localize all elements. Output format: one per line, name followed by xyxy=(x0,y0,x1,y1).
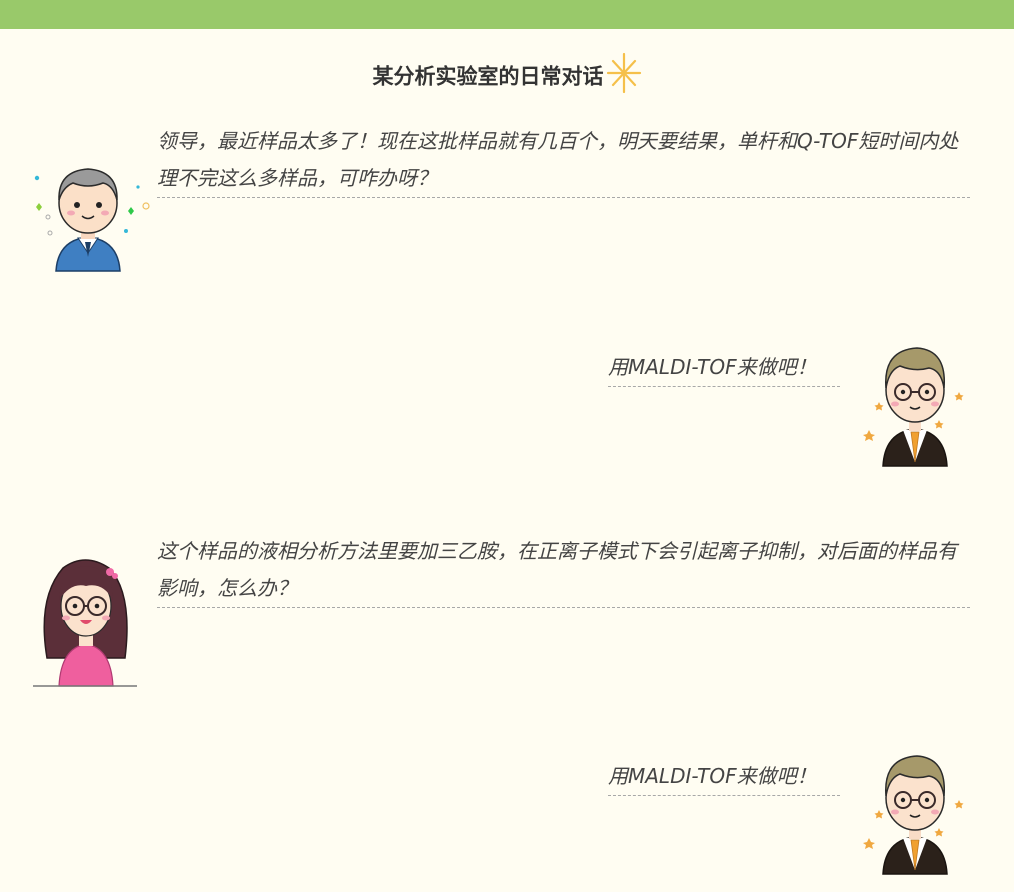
girl-avatar-icon xyxy=(33,548,139,688)
boss-avatar-icon xyxy=(28,145,153,273)
expert-avatar-icon xyxy=(855,748,970,876)
top-color-bar xyxy=(0,0,1014,29)
dialogue-bubble-4: 用MALDI-TOF来做吧！ xyxy=(608,758,840,796)
expert-avatar-icon xyxy=(855,340,970,468)
dialogue-bubble-1: 领导，最近样品太多了！现在这批样品就有几百个，明天要结果，单杆和Q-TOF短时间… xyxy=(157,123,970,198)
dialogue-bubble-3: 这个样品的液相分析方法里要加三乙胺，在正离子模式下会引起离子抑制，对后面的样品有… xyxy=(157,533,970,608)
page-title: 某分析实验室的日常对话 xyxy=(0,52,1014,99)
sparkle-icon xyxy=(606,52,642,99)
page-title-text: 某分析实验室的日常对话 xyxy=(372,64,604,89)
dialogue-bubble-2: 用MALDI-TOF来做吧！ xyxy=(608,349,840,387)
